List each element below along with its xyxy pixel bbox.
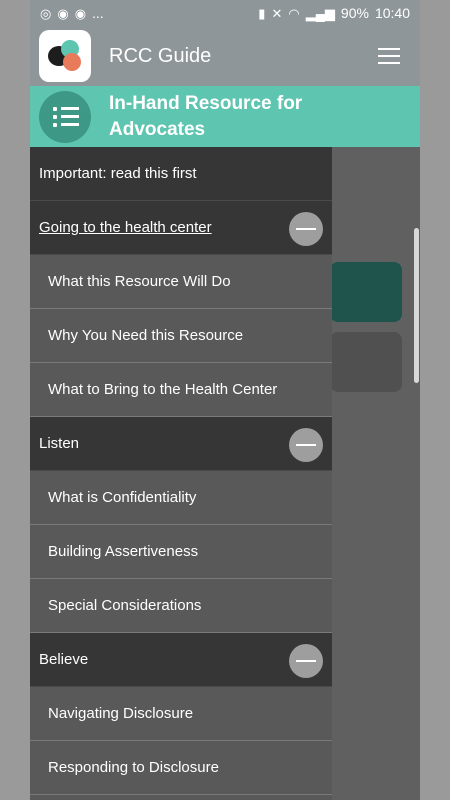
menu-item-important[interactable]: Important: read this first <box>30 147 332 201</box>
menu-section-going-to-health-center[interactable]: Going to the health center <box>30 201 332 255</box>
clock: 10:40 <box>374 5 410 21</box>
menu-item-navigating-disclosure[interactable]: Navigating Disclosure <box>30 687 332 741</box>
menu-item-label: Going to the health center <box>39 219 212 236</box>
scrollbar[interactable] <box>414 228 419 383</box>
wifi-icon: ◠ <box>288 5 300 21</box>
menu-item-what-resource-will-do[interactable]: What this Resource Will Do <box>30 255 332 309</box>
menu-item-label: What this Resource Will Do <box>48 273 231 290</box>
menu-icon[interactable] <box>378 48 400 64</box>
menu-section-believe[interactable]: Believe <box>30 633 332 687</box>
banner-title-line1: In-Hand Resource for <box>109 92 303 114</box>
menu-item-responding-disclosure[interactable]: Responding to Disclosure <box>30 741 332 795</box>
status-left: ◎ ◉ ◉ ... <box>40 5 104 21</box>
background-card <box>330 332 402 392</box>
menu-item-what-to-bring[interactable]: What to Bring to the Health Center <box>30 363 332 417</box>
whatsapp-icon: ◎ <box>40 5 52 21</box>
menu-item-why-need-resource[interactable]: Why You Need this Resource <box>30 309 332 363</box>
menu-item-label: Why You Need this Resource <box>48 327 244 344</box>
menu-item-label: Listen <box>39 435 80 452</box>
menu-item-special-considerations[interactable]: Special Considerations <box>30 579 332 633</box>
status-right: ▮ ✕ ◠ ▂▄▆ 90% 10:40 <box>258 5 410 21</box>
signal-icon: ▂▄▆ <box>305 5 335 21</box>
status-bar: ◎ ◉ ◉ ... ▮ ✕ ◠ ▂▄▆ 90% 10:40 <box>30 0 420 26</box>
menu-item-label: Navigating Disclosure <box>48 705 194 722</box>
app-logo <box>39 30 91 82</box>
collapse-icon[interactable] <box>289 644 323 678</box>
background-card <box>330 262 402 322</box>
menu-item-label: Believe <box>39 651 89 668</box>
menu-item-label: Responding to Disclosure <box>48 759 219 776</box>
menu-item-label: What is Confidentiality <box>48 489 197 506</box>
menu-item-label: Special Considerations <box>48 597 202 614</box>
list-icon[interactable] <box>39 90 91 143</box>
menu-item-label: What to Bring to the Health Center <box>48 381 278 398</box>
podcast-icon: ◉ <box>74 5 87 21</box>
phone-screen: ◎ ◉ ◉ ... ▮ ✕ ◠ ▂▄▆ 90% 10:40 RCC Guide <box>30 0 420 800</box>
mute-icon: ✕ <box>271 5 283 21</box>
collapse-icon[interactable] <box>289 212 323 246</box>
banner-title-line2: Advocates <box>109 118 206 140</box>
menu-item-assertiveness[interactable]: Building Assertiveness <box>30 525 332 579</box>
battery-percent: 90% <box>340 5 369 21</box>
collapse-icon[interactable] <box>289 428 323 462</box>
more-notifications: ... <box>92 5 104 21</box>
app-bar: RCC Guide <box>30 26 420 86</box>
menu-item-confidentiality[interactable]: What is Confidentiality <box>30 471 332 525</box>
battery-saver-icon: ▮ <box>258 5 266 21</box>
banner-title: In-Hand Resource for Advocates <box>109 91 302 143</box>
podcast-icon: ◉ <box>57 5 69 21</box>
menu-section-listen[interactable]: Listen <box>30 417 332 471</box>
menu-item-label: Building Assertiveness <box>48 543 199 560</box>
section-banner: In-Hand Resource for Advocates <box>30 86 420 147</box>
app-title: RCC Guide <box>109 44 212 67</box>
menu-item-label: Important: read this first <box>39 165 197 182</box>
navigation-drawer: Important: read this first Going to the … <box>30 147 332 800</box>
